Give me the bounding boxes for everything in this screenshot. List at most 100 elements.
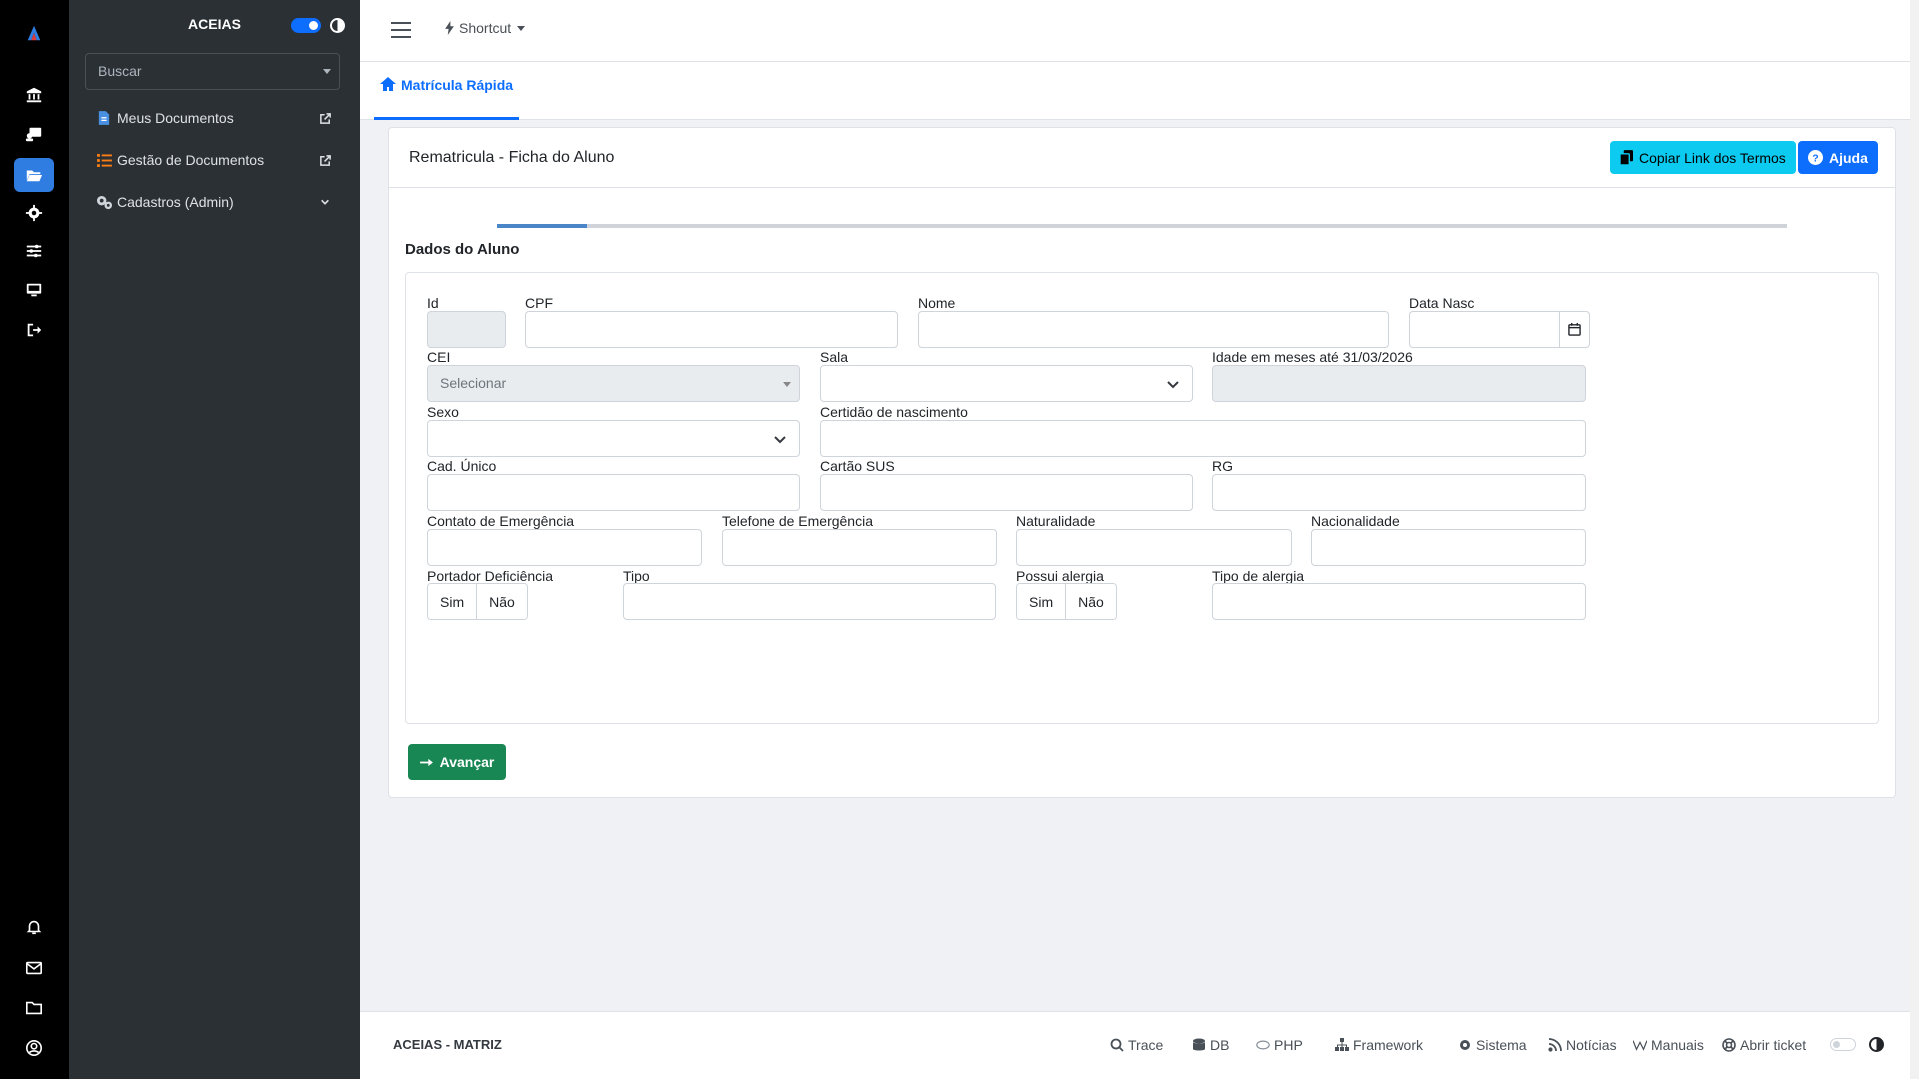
- sidebar: ACEIAS Buscar Meus Documentos Gestão de …: [69, 0, 360, 1079]
- footer-link-label: Framework: [1353, 1037, 1424, 1053]
- sala-select[interactable]: [820, 365, 1193, 402]
- top-bar: Shortcut: [360, 0, 1910, 62]
- tipo-alergia-label: Tipo de alergia: [1212, 568, 1305, 584]
- cartao-sus-input[interactable]: [820, 474, 1193, 511]
- calendar-icon: [1568, 323, 1581, 336]
- bolt-icon: [445, 21, 454, 35]
- alergia-toggle-group: Sim Não: [1016, 583, 1117, 620]
- question-circle-icon: ?: [1808, 150, 1823, 165]
- sidebar-search-input[interactable]: Buscar: [85, 53, 340, 90]
- sexo-select[interactable]: [427, 420, 800, 457]
- data-nasc-input[interactable]: [1409, 311, 1560, 348]
- caret-down-icon: [323, 69, 331, 74]
- sexo-label: Sexo: [427, 404, 459, 420]
- deficiencia-nao-button[interactable]: Não: [476, 584, 527, 619]
- folder-open-icon[interactable]: [14, 158, 54, 192]
- life-ring-icon: [1722, 1038, 1736, 1052]
- footer-link-db[interactable]: DB: [1192, 1037, 1229, 1053]
- wikipedia-icon: [1633, 1040, 1647, 1051]
- bank-icon[interactable]: [14, 78, 54, 112]
- theme-toggle[interactable]: [291, 18, 321, 33]
- progress-fill: [497, 224, 588, 228]
- rg-label: RG: [1212, 458, 1233, 474]
- tab-label: Matrícula Rápida: [401, 77, 514, 93]
- certidao-label: Certidão de nascimento: [820, 404, 968, 420]
- tipo-input[interactable]: [623, 583, 996, 620]
- app-logo-icon[interactable]: [14, 16, 54, 50]
- footer-link-abrir-ticket[interactable]: Abrir ticket: [1722, 1037, 1806, 1053]
- bell-icon[interactable]: [14, 910, 54, 944]
- footer-link-label: DB: [1210, 1037, 1230, 1053]
- footer-link-framework[interactable]: Framework: [1335, 1037, 1423, 1053]
- naturalidade-label: Naturalidade: [1016, 513, 1096, 529]
- nacionalidade-input[interactable]: [1311, 529, 1586, 566]
- sitemap-icon: [1335, 1038, 1349, 1051]
- cpf-input[interactable]: [525, 311, 898, 348]
- alergia-sim-button[interactable]: Sim: [1017, 584, 1066, 619]
- calendar-button[interactable]: [1559, 311, 1590, 348]
- page-scrollbar[interactable]: [1910, 0, 1919, 1079]
- contato-emergencia-label: Contato de Emergência: [427, 513, 575, 529]
- idade-input: [1212, 365, 1586, 402]
- cpf-label: CPF: [525, 295, 553, 311]
- footer-link-php[interactable]: PHP: [1256, 1037, 1303, 1053]
- naturalidade-input[interactable]: [1016, 529, 1292, 566]
- id-label: Id: [427, 295, 439, 311]
- footer-link-label: Abrir ticket: [1740, 1037, 1807, 1053]
- svg-text:?: ?: [1812, 153, 1818, 164]
- next-button[interactable]: Avançar: [408, 744, 506, 780]
- data-nasc-label: Data Nasc: [1409, 295, 1475, 311]
- cartao-sus-label: Cartão SUS: [820, 458, 895, 474]
- contrast-icon[interactable]: [330, 18, 345, 33]
- tipo-label: Tipo: [623, 568, 650, 584]
- footer-link-sistema[interactable]: Sistema: [1458, 1037, 1527, 1053]
- copy-terms-link-button[interactable]: Copiar Link dos Termos: [1610, 141, 1796, 174]
- sidebar-item-gestao-documentos[interactable]: Gestão de Documentos: [95, 148, 340, 172]
- alergia-nao-button[interactable]: Não: [1065, 584, 1116, 619]
- display-user-icon[interactable]: [14, 117, 54, 151]
- deficiencia-sim-button[interactable]: Sim: [428, 584, 477, 619]
- footer-link-noticias[interactable]: Notícias: [1548, 1037, 1617, 1053]
- help-button[interactable]: ? Ajuda: [1798, 141, 1878, 174]
- sidebar-item-label: Gestão de Documentos: [117, 152, 265, 168]
- tipo-alergia-input[interactable]: [1212, 583, 1586, 620]
- rg-input[interactable]: [1212, 474, 1586, 511]
- contrast-icon[interactable]: [1869, 1037, 1884, 1052]
- search-icon: [1110, 1038, 1124, 1052]
- icon-rail: [0, 0, 69, 1079]
- nome-input[interactable]: [918, 311, 1389, 348]
- sidebar-item-meus-documentos[interactable]: Meus Documentos: [95, 106, 340, 130]
- desktop-icon[interactable]: [14, 273, 54, 307]
- footer-link-trace[interactable]: Trace: [1110, 1037, 1163, 1053]
- wizard-progress-bar: [497, 224, 1787, 228]
- id-input: [427, 311, 506, 348]
- nacionalidade-label: Nacionalidade: [1311, 513, 1400, 529]
- footer-link-label: Trace: [1128, 1037, 1164, 1053]
- telefone-emergencia-label: Telefone de Emergência: [722, 513, 873, 529]
- external-link-icon: [318, 111, 332, 125]
- certidao-input[interactable]: [820, 420, 1586, 457]
- cei-select-value: Selecionar: [440, 375, 507, 391]
- footer-link-manuais[interactable]: Manuais: [1633, 1037, 1704, 1053]
- footer-theme-toggle[interactable]: [1830, 1038, 1856, 1051]
- footer-brand: ACEIAS - MATRIZ: [393, 1037, 502, 1052]
- sidebar-item-label: Cadastros (Admin): [117, 194, 234, 210]
- gear-icon[interactable]: [14, 196, 54, 230]
- file-icon: [95, 109, 113, 127]
- sidebar-item-cadastros-admin[interactable]: Cadastros (Admin): [95, 190, 340, 214]
- cad-unico-input[interactable]: [427, 474, 800, 511]
- sliders-icon[interactable]: [14, 234, 54, 268]
- sign-out-icon[interactable]: [14, 313, 54, 347]
- cei-select[interactable]: Selecionar: [427, 365, 800, 402]
- chevron-down-icon: [774, 436, 786, 444]
- idade-label: Idade em meses até 31/03/2026: [1212, 349, 1413, 365]
- folder-icon[interactable]: [14, 991, 54, 1025]
- contato-emergencia-input[interactable]: [427, 529, 702, 566]
- envelope-icon[interactable]: [14, 951, 54, 985]
- telefone-emergencia-input[interactable]: [722, 529, 997, 566]
- sidebar-item-label: Meus Documentos: [117, 110, 234, 126]
- hamburger-menu-icon[interactable]: [391, 22, 411, 38]
- tab-matricula-rapida[interactable]: Matrícula Rápida: [374, 77, 520, 120]
- user-circle-icon[interactable]: [14, 1031, 54, 1065]
- shortcut-dropdown[interactable]: Shortcut: [444, 20, 526, 36]
